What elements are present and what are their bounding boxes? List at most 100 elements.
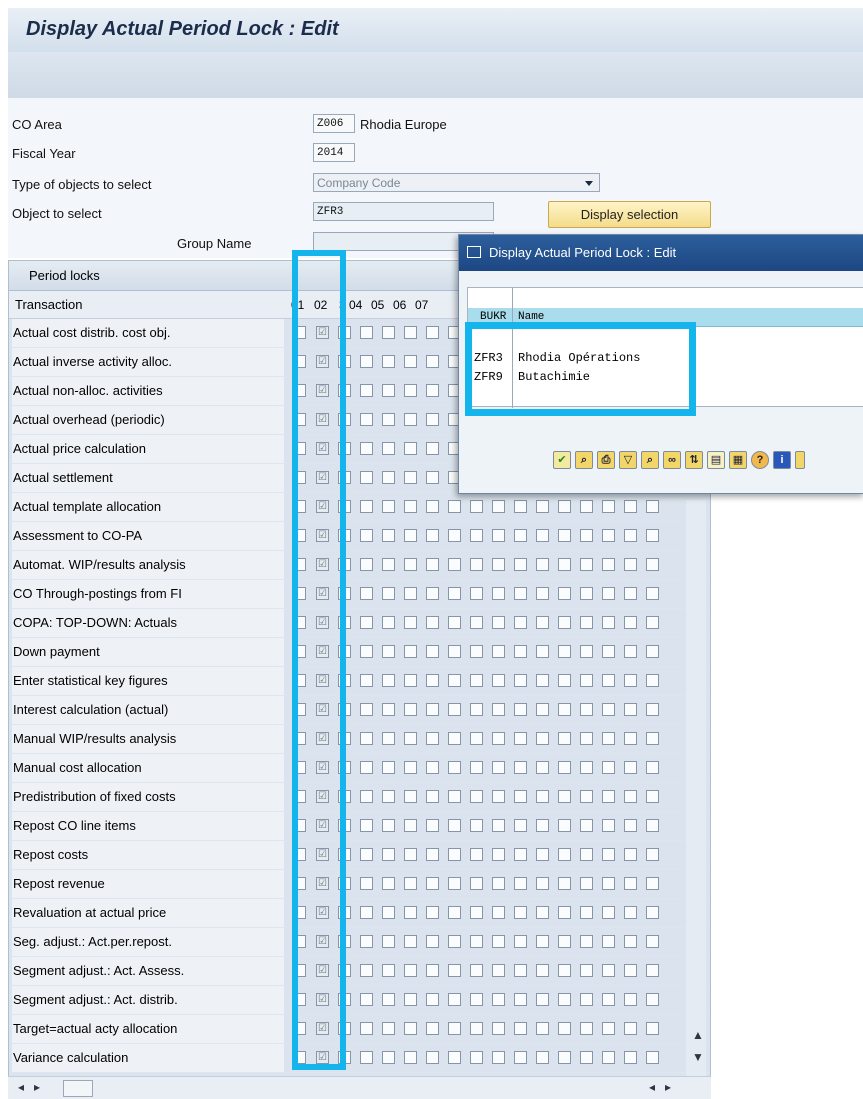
period-lock-checkbox[interactable]: [293, 442, 306, 455]
period-lock-checkbox[interactable]: [360, 819, 373, 832]
period-lock-checkbox[interactable]: [580, 616, 593, 629]
period-lock-checkbox[interactable]: [514, 935, 527, 948]
period-lock-checkbox[interactable]: [470, 848, 483, 861]
period-lock-checkbox[interactable]: [382, 442, 395, 455]
period-lock-checkbox[interactable]: [293, 529, 306, 542]
period-lock-checkbox[interactable]: [558, 674, 571, 687]
period-lock-checkbox[interactable]: [360, 558, 373, 571]
period-lock-checkbox[interactable]: [338, 645, 351, 658]
period-lock-checkbox[interactable]: [382, 384, 395, 397]
period-lock-checkbox[interactable]: [492, 587, 505, 600]
period-lock-checkbox[interactable]: [382, 645, 395, 658]
period-lock-checkbox[interactable]: [360, 906, 373, 919]
period-lock-checkbox[interactable]: [293, 906, 306, 919]
period-lock-checkbox[interactable]: [404, 877, 417, 890]
period-lock-checkbox[interactable]: [646, 790, 659, 803]
period-lock-checkbox[interactable]: [558, 761, 571, 774]
period-lock-checkbox-checked[interactable]: ☑: [316, 355, 329, 368]
period-lock-checkbox-checked[interactable]: ☑: [316, 558, 329, 571]
period-lock-checkbox[interactable]: [580, 529, 593, 542]
period-lock-checkbox[interactable]: [580, 848, 593, 861]
period-lock-checkbox[interactable]: [646, 935, 659, 948]
period-lock-checkbox[interactable]: [624, 732, 637, 745]
period-lock-checkbox[interactable]: [448, 1022, 461, 1035]
period-lock-checkbox[interactable]: [382, 616, 395, 629]
period-lock-checkbox[interactable]: [536, 587, 549, 600]
period-lock-checkbox[interactable]: [426, 877, 439, 890]
check-icon[interactable]: ✔: [553, 451, 571, 469]
period-lock-checkbox[interactable]: [470, 935, 483, 948]
period-lock-checkbox[interactable]: [338, 529, 351, 542]
period-lock-checkbox[interactable]: [404, 993, 417, 1006]
period-lock-checkbox[interactable]: [646, 906, 659, 919]
period-lock-checkbox[interactable]: [293, 645, 306, 658]
period-lock-checkbox[interactable]: [448, 906, 461, 919]
period-lock-checkbox[interactable]: [426, 558, 439, 571]
period-lock-checkbox[interactable]: [360, 616, 373, 629]
period-lock-checkbox[interactable]: [448, 674, 461, 687]
period-lock-checkbox[interactable]: [536, 674, 549, 687]
period-lock-checkbox[interactable]: [382, 935, 395, 948]
period-lock-checkbox[interactable]: [426, 500, 439, 513]
period-lock-checkbox[interactable]: [624, 645, 637, 658]
period-lock-checkbox[interactable]: [602, 587, 615, 600]
period-lock-checkbox[interactable]: [382, 906, 395, 919]
period-lock-checkbox[interactable]: [338, 819, 351, 832]
period-lock-checkbox[interactable]: [293, 732, 306, 745]
column-header-bukrs[interactable]: BUKR: [480, 308, 506, 326]
period-lock-checkbox-checked[interactable]: ☑: [316, 848, 329, 861]
period-lock-checkbox[interactable]: [558, 558, 571, 571]
period-lock-checkbox[interactable]: [404, 761, 417, 774]
period-lock-checkbox[interactable]: [602, 993, 615, 1006]
period-lock-checkbox[interactable]: [492, 1022, 505, 1035]
period-lock-checkbox[interactable]: [404, 703, 417, 716]
period-lock-checkbox[interactable]: [404, 964, 417, 977]
period-lock-checkbox[interactable]: [360, 413, 373, 426]
period-lock-checkbox[interactable]: [646, 761, 659, 774]
period-lock-checkbox[interactable]: [293, 993, 306, 1006]
period-lock-checkbox[interactable]: [580, 935, 593, 948]
period-lock-checkbox[interactable]: [624, 906, 637, 919]
period-lock-checkbox[interactable]: [580, 819, 593, 832]
period-lock-checkbox[interactable]: [382, 500, 395, 513]
period-lock-checkbox[interactable]: [646, 645, 659, 658]
period-lock-checkbox[interactable]: [338, 471, 351, 484]
scroll-down-icon[interactable]: ▼: [692, 1050, 704, 1064]
period-lock-checkbox[interactable]: [624, 993, 637, 1006]
period-lock-checkbox[interactable]: [338, 790, 351, 803]
period-lock-checkbox[interactable]: [293, 761, 306, 774]
period-lock-checkbox[interactable]: [426, 442, 439, 455]
period-lock-checkbox[interactable]: [624, 1051, 637, 1064]
period-lock-checkbox[interactable]: [646, 877, 659, 890]
period-lock-checkbox-checked[interactable]: ☑: [316, 587, 329, 600]
scroll-left-icon[interactable]: ◂: [18, 1080, 24, 1094]
period-lock-checkbox[interactable]: [514, 529, 527, 542]
period-lock-checkbox[interactable]: [602, 935, 615, 948]
period-lock-checkbox[interactable]: [382, 413, 395, 426]
scroll-left-icon[interactable]: ◂: [649, 1080, 655, 1094]
period-lock-checkbox[interactable]: [404, 413, 417, 426]
binoculars-icon[interactable]: ∞: [663, 451, 681, 469]
period-lock-checkbox[interactable]: [293, 558, 306, 571]
period-lock-checkbox[interactable]: [558, 964, 571, 977]
period-lock-checkbox[interactable]: [470, 761, 483, 774]
period-lock-checkbox[interactable]: [558, 529, 571, 542]
period-lock-checkbox[interactable]: [492, 616, 505, 629]
type-of-objects-dropdown[interactable]: Company Code: [313, 173, 600, 192]
period-lock-checkbox[interactable]: [382, 790, 395, 803]
period-lock-checkbox[interactable]: [448, 819, 461, 832]
period-lock-checkbox[interactable]: [293, 877, 306, 890]
period-lock-checkbox[interactable]: [492, 790, 505, 803]
period-lock-checkbox[interactable]: [602, 1022, 615, 1035]
period-lock-checkbox[interactable]: [558, 616, 571, 629]
period-lock-checkbox[interactable]: [448, 761, 461, 774]
more-icon[interactable]: [795, 451, 805, 469]
period-lock-checkbox[interactable]: [558, 500, 571, 513]
period-lock-checkbox[interactable]: [404, 935, 417, 948]
period-lock-checkbox[interactable]: [580, 790, 593, 803]
period-lock-checkbox[interactable]: [382, 1022, 395, 1035]
period-lock-checkbox[interactable]: [536, 529, 549, 542]
period-lock-checkbox-checked[interactable]: ☑: [316, 819, 329, 832]
period-lock-checkbox[interactable]: [426, 674, 439, 687]
period-lock-checkbox[interactable]: [360, 674, 373, 687]
